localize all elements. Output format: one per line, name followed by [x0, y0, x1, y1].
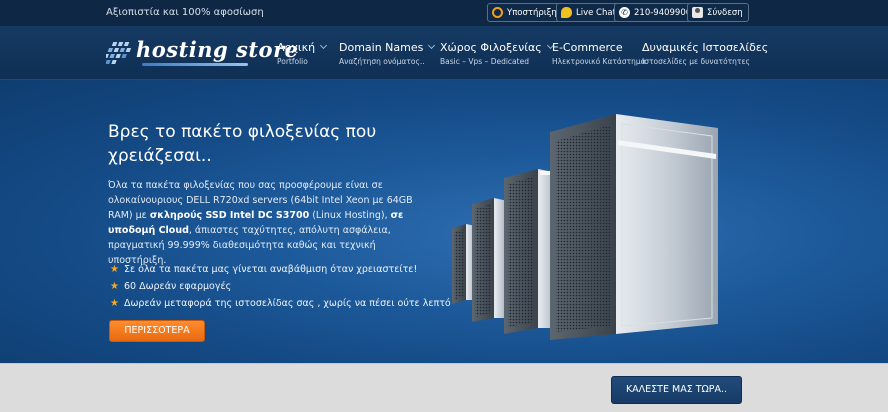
nav-ecommerce-subtitle: Ηλεκτρονικό Κατάστημα — [552, 57, 646, 66]
live-chat-label: Live Chat — [576, 7, 616, 18]
call-to-action-band: ΚΑΛΕΣΤΕ ΜΑΣ ΤΩΡΑ.. — [0, 363, 888, 412]
tagline: Αξιοπιστία και 100% αφοσίωση — [106, 7, 264, 18]
support-label: Υποστήριξη — [507, 7, 557, 18]
hero-description: Όλα τα πακέτα φιλοξενίας που σας προσφέρ… — [108, 180, 413, 266]
login-label: Σύνδεση — [707, 7, 743, 18]
nav-home-title: Αρχική — [277, 41, 316, 54]
phone-label: 210-9409900 — [634, 7, 692, 18]
phone-icon: ✆ — [619, 7, 630, 18]
call-us-button[interactable]: ΚΑΛΕΣΤΕ ΜΑΣ ΤΩΡΑ.. — [611, 376, 742, 404]
login-button[interactable]: Σύνδεση — [687, 3, 749, 22]
logo-swoosh — [142, 63, 248, 66]
more-button[interactable]: ΠΕΡΙΣΣΟΤΕΡΑ — [109, 320, 205, 342]
nav-item-domain-names[interactable]: Domain Names Αναζήτηση ονόματος.. — [339, 41, 436, 66]
hero-title: Βρες το πακέτο φιλοξενίας που χρειάζεσαι… — [108, 122, 377, 166]
nav-item-ecommerce[interactable]: E-Commerce Ηλεκτρονικό Κατάστημα — [552, 41, 646, 66]
hero-banner: Βρες το πακέτο φιλοξενίας που χρειάζεσαι… — [0, 80, 888, 363]
nav-dynamic-title: Δυναμικές Ιστοσελίδες — [642, 41, 769, 54]
list-item: ★ Δωρεάν μεταφορά της ιστοσελίδας σας , χ… — [110, 295, 451, 312]
chevron-down-icon — [428, 41, 436, 50]
nav-ecommerce-title: E-Commerce — [552, 41, 623, 54]
nav-domains-subtitle: Αναζήτηση ονόματος.. — [339, 57, 425, 66]
nav-item-home[interactable]: Αρχική Portfolio — [277, 41, 328, 66]
live-chat-button[interactable]: Live Chat — [556, 3, 622, 22]
server-towers-image — [452, 114, 718, 340]
star-icon: ★ — [110, 281, 119, 292]
nav-hosting-subtitle: Basic – Vps – Dedicated — [440, 57, 529, 66]
nav-item-hosting[interactable]: Χώρος Φιλοξενίας Basic – Vps – Dedicated — [440, 41, 554, 66]
nav-home-subtitle: Portfolio — [277, 57, 308, 66]
main-header: hosting store Αρχική Portfolio Domain Na… — [0, 26, 888, 80]
feature-list: ★ Σε όλα τα πακέτα μας γίνεται αναβάθμιση… — [110, 261, 451, 312]
hosting-store-logo[interactable]: hosting store — [106, 36, 298, 72]
top-bar: Αξιοπιστία και 100% αφοσίωση Υποστήριξη … — [0, 0, 888, 26]
nav-dynamic-subtitle: Ιστοσελίδες με δυνατότητες — [642, 57, 750, 66]
nav-item-dynamic-websites[interactable]: Δυναμικές Ιστοσελίδες Ιστοσελίδες με δυν… — [642, 41, 768, 66]
lifebuoy-icon — [492, 7, 503, 18]
nav-domains-title: Domain Names — [339, 41, 424, 54]
logo-text: hosting store — [136, 37, 299, 62]
support-button[interactable]: Υποστήριξη — [487, 3, 563, 22]
list-item: ★ Σε όλα τα πακέτα μας γίνεται αναβάθμιση… — [110, 261, 451, 278]
chevron-down-icon — [320, 41, 328, 50]
nav-hosting-title: Χώρος Φιλοξενίας — [440, 41, 542, 54]
logo-grid-icon — [106, 42, 132, 64]
chat-bubble-icon — [561, 7, 572, 18]
user-icon — [692, 7, 703, 18]
list-item: ★ 60 Δωρεάν εφαρμογές — [110, 278, 451, 295]
phone-button[interactable]: ✆ 210-9409900 — [614, 3, 698, 22]
star-icon: ★ — [110, 264, 119, 275]
star-icon: ★ — [110, 298, 119, 309]
